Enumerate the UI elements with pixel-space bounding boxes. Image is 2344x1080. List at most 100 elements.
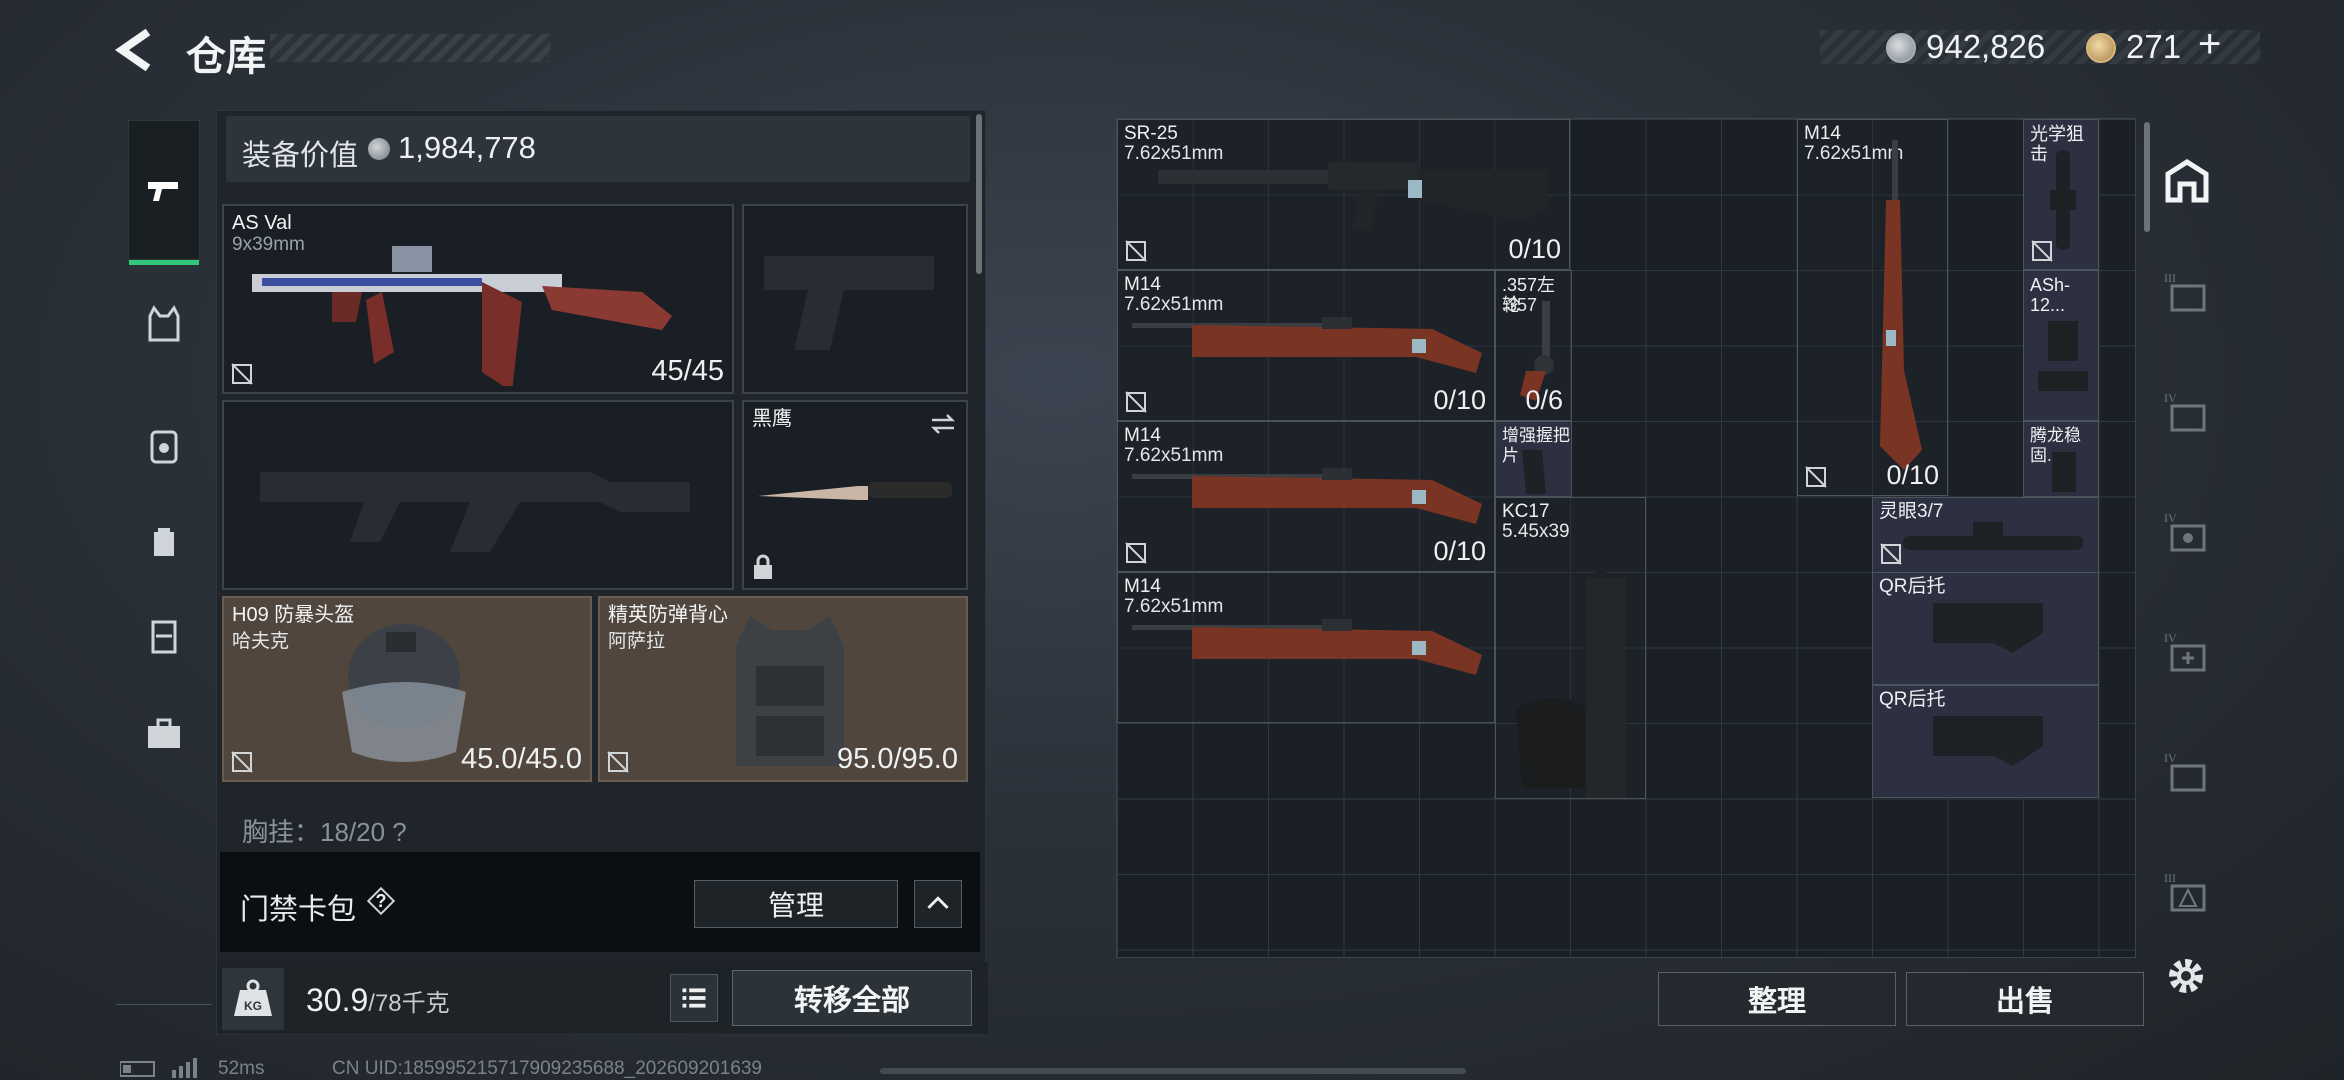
rail-item-toolbox[interactable] bbox=[128, 698, 200, 770]
kc17-image bbox=[1516, 538, 1626, 798]
helmet-sub: 哈夫克 bbox=[232, 631, 290, 652]
stash-item[interactable]: 光学狙击 bbox=[2023, 119, 2099, 270]
item-count: 0/10 bbox=[1508, 234, 1561, 264]
tab-level: III bbox=[2164, 271, 2176, 285]
ticket-amount: 271 bbox=[2126, 28, 2182, 65]
stash-box-icon: III bbox=[2164, 271, 2206, 312]
armor-slot[interactable]: 精英防弹背心 阿萨拉 95.0/95.0 bbox=[598, 596, 968, 782]
loadout-scrollbar[interactable] bbox=[976, 114, 982, 274]
armor-sub: 阿萨拉 bbox=[608, 631, 666, 652]
rail-divider bbox=[116, 1004, 212, 1005]
rail-item-weapons[interactable] bbox=[128, 154, 200, 226]
stash-item[interactable]: QR后托 bbox=[1872, 572, 2099, 685]
uninsured-icon bbox=[231, 363, 253, 385]
backpack-icon bbox=[154, 528, 174, 556]
stash-folder-icon: IV bbox=[2164, 391, 2206, 432]
footer-bar bbox=[880, 1068, 1466, 1074]
uninsured-icon bbox=[1125, 542, 1147, 564]
stash-item[interactable]: SR-25 7.62x51mm 0/10 bbox=[1117, 119, 1570, 270]
stash-item[interactable]: 腾龙稳固... bbox=[2023, 421, 2099, 497]
stash-tab-6[interactable]: III bbox=[2162, 868, 2212, 918]
helmet-image bbox=[342, 624, 466, 762]
collapse-button[interactable] bbox=[914, 880, 962, 928]
ticket-icon bbox=[2086, 33, 2116, 63]
primary-weapon-slot[interactable]: AS Val 9x39mm 45/45 bbox=[222, 204, 734, 394]
tab-level: III bbox=[2164, 871, 2176, 885]
tab-level: IV bbox=[2164, 391, 2177, 405]
manage-button[interactable]: 管理 bbox=[694, 880, 898, 928]
rail-item-container[interactable] bbox=[128, 600, 200, 672]
stash-item[interactable]: QR后托 bbox=[1872, 685, 2099, 798]
stash-tab-5[interactable]: IV bbox=[2162, 748, 2212, 798]
tab-level: IV bbox=[2164, 751, 2177, 765]
melee-slot[interactable]: 黑鹰 bbox=[742, 400, 968, 590]
coin-icon bbox=[368, 138, 390, 160]
money-amount: 942,826 bbox=[1926, 28, 2046, 65]
uninsured-icon bbox=[1125, 240, 1147, 262]
m14-image bbox=[1132, 619, 1482, 675]
rail-item-rig[interactable] bbox=[128, 410, 200, 482]
ammo-count: 45/45 bbox=[651, 355, 724, 387]
stash-warning-icon: III bbox=[2164, 871, 2206, 912]
helmet-durability: 45.0/45.0 bbox=[461, 743, 582, 775]
helmet-slot[interactable]: H09 防暴头盔 哈夫克 45.0/45.0 bbox=[222, 596, 592, 782]
stash-home-icon bbox=[2165, 159, 2209, 203]
chest-rig-label: 胸挂：18/20 ? bbox=[242, 817, 407, 847]
item-count: 0/10 bbox=[1886, 460, 1939, 490]
keycard-label: 门禁卡包 bbox=[240, 894, 357, 926]
tab-level: IV bbox=[2164, 631, 2177, 645]
stash-item[interactable]: .357左轮 .357 0/6 bbox=[1495, 270, 1572, 421]
stash-camera-icon: IV bbox=[2164, 511, 2206, 552]
page-title: 仓库 bbox=[186, 35, 266, 79]
stash-item[interactable]: KC17 5.45x39 bbox=[1495, 497, 1646, 799]
m14-vertical-image bbox=[1880, 140, 1922, 470]
stash-item[interactable]: M14 7.62x51mm 0/10 bbox=[1117, 421, 1495, 572]
stash-medical-icon: IV bbox=[2164, 631, 2206, 672]
stash-item[interactable]: M14 7.62x51mm 0/10 bbox=[1797, 119, 1948, 496]
item-count: 0/10 bbox=[1433, 536, 1486, 566]
stash-tab-3[interactable]: IV bbox=[2162, 508, 2212, 558]
stash-tab-main[interactable] bbox=[2162, 156, 2212, 206]
secondary-weapon-slot[interactable] bbox=[222, 400, 734, 590]
list-view-button[interactable] bbox=[670, 974, 718, 1022]
melee-name: 黑鹰 bbox=[752, 408, 792, 430]
armor-durability: 95.0/95.0 bbox=[837, 743, 958, 775]
vest-image bbox=[736, 616, 844, 766]
armor-name: 精英防弹背心 bbox=[608, 604, 728, 626]
transfer-all-button[interactable]: 转移全部 bbox=[732, 970, 972, 1026]
weight-value: 30.9/78千克 bbox=[306, 982, 450, 1019]
category-rail bbox=[116, 104, 212, 1014]
stock-image bbox=[1933, 603, 2043, 653]
add-currency-button[interactable]: + bbox=[2198, 22, 2221, 67]
back-arrow-icon bbox=[114, 28, 151, 72]
stash-item[interactable]: ASh-12... bbox=[2023, 270, 2099, 421]
sort-button[interactable]: 整理 bbox=[1658, 972, 1896, 1026]
swap-icon[interactable] bbox=[928, 412, 958, 436]
svg-text:KG: KG bbox=[244, 999, 262, 1013]
stash-item[interactable]: M14 7.62x51mm 0/10 bbox=[1117, 270, 1495, 421]
kg-icon: KG bbox=[222, 968, 284, 1030]
item-count: 0/6 bbox=[1525, 385, 1563, 415]
pistol-slot[interactable] bbox=[742, 204, 968, 394]
stash-item[interactable]: 灵眼3/7 bbox=[1872, 497, 2099, 573]
sell-button[interactable]: 出售 bbox=[1906, 972, 2144, 1026]
rail-item-backpack[interactable] bbox=[128, 504, 200, 576]
m14-image bbox=[1132, 468, 1482, 524]
stash-tab-4[interactable]: IV bbox=[2162, 628, 2212, 678]
stash-item[interactable]: 增强握把片 bbox=[1495, 421, 1572, 497]
help-icon[interactable]: ? bbox=[364, 884, 398, 918]
rail-item-armor[interactable] bbox=[128, 288, 200, 360]
stash-tab-2[interactable]: IV bbox=[2162, 388, 2212, 438]
settings-button[interactable] bbox=[2162, 952, 2210, 1000]
container-icon bbox=[151, 620, 177, 654]
stash-item[interactable]: M14 7.62x51mm bbox=[1117, 572, 1495, 723]
lock-icon bbox=[754, 554, 772, 579]
ash12-part-image bbox=[2038, 321, 2088, 391]
item-name: KC17 bbox=[1502, 501, 1550, 522]
back-button[interactable] bbox=[110, 26, 162, 74]
stash-tab-1[interactable]: III bbox=[2162, 268, 2212, 318]
uid-text: CN UID:185995215717909235688_20260920163… bbox=[332, 1058, 762, 1079]
stock-image bbox=[1933, 716, 2043, 766]
equipment-value-amount: 1,984,778 bbox=[398, 130, 536, 165]
rifle-image bbox=[252, 246, 672, 386]
